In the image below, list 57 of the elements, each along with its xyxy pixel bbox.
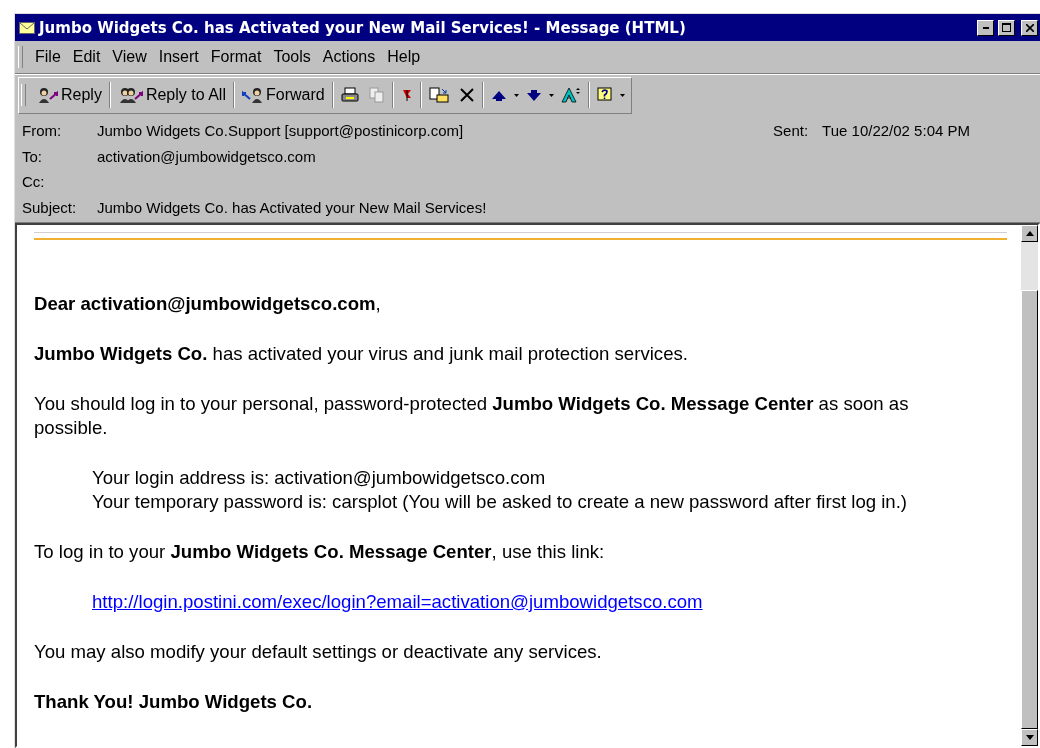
close-icon [458, 87, 475, 103]
minimize-icon [982, 26, 989, 29]
paragraph: You may also modify your default settings or deactivate any services. [34, 640, 603, 664]
field-label: From: [22, 122, 63, 140]
caret-icon [548, 93, 554, 97]
menu-item[interactable]: Actions [316, 46, 382, 68]
paragraph: You should log in to your personal, password-protected Jumbo Widgets Co. Message Center as soon as possible. [34, 392, 910, 440]
paragraph: To log in to your Jumbo Widgets Co. Message Center, use this link: [34, 540, 606, 564]
field-label: To: [22, 147, 43, 165]
menu-item[interactable]: Help [381, 46, 427, 68]
paragraph: Jumbo Widgets Co. has activated your virus and junk mail protection services. [34, 342, 689, 366]
field-label: Cc: [22, 173, 46, 191]
forward-button[interactable]: Forward [236, 84, 330, 106]
menu-item[interactable]: Insert [152, 46, 205, 68]
paragraph: Thank You! Jumbo Widgets Co. [34, 690, 314, 714]
people-arrow-icon [117, 87, 144, 103]
text-line: Your temporary password is: carsplot (You will be asked to create a new password after first log in.) [92, 490, 909, 514]
close-icon [1025, 23, 1034, 32]
document-folder-icon [428, 87, 449, 103]
scroll-thumb[interactable] [1021, 290, 1038, 729]
text-line: Your login address is: activation@jumbowidgetsco.com [92, 466, 547, 490]
menu-item[interactable]: View [106, 46, 153, 68]
field-label: Sent: [773, 122, 810, 140]
window-title: Jumbo Widgets Co. has Activated your New Mail Services! - Message (HTML) [39, 18, 686, 37]
envelope-icon [19, 21, 35, 34]
flag-icon [400, 87, 413, 103]
menu-item[interactable]: Format [204, 46, 268, 68]
link[interactable]: http://login.postini.com/exec/login?email=activation@jumbowidgetsco.com [92, 591, 703, 612]
caret-icon [619, 94, 625, 97]
field-label: Subject: [22, 198, 78, 216]
scroll-up-button[interactable] [1021, 225, 1038, 242]
letter-a-icon [560, 87, 581, 103]
arrow-person-icon [241, 87, 264, 103]
field-value: Jumbo Widgets Co. has Activated your New Mail Services! [97, 198, 487, 216]
field-value: Tue 10/22/02 5:04 PM [822, 122, 970, 140]
caret-icon [513, 93, 519, 97]
copy-icon [368, 87, 385, 103]
printer-icon [340, 87, 359, 103]
maximize-button[interactable] [998, 19, 1015, 36]
person-arrow-icon [37, 87, 59, 103]
scroll-down-button[interactable] [1021, 729, 1038, 746]
minimize-button[interactable] [977, 19, 994, 36]
reply-all-button[interactable]: Reply to All [112, 84, 231, 106]
down-triangle-icon [1025, 735, 1034, 740]
question-icon [596, 87, 613, 103]
field-value: Jumbo Widgets Co.Support [support@postinicorp.com] [97, 122, 464, 140]
close-button[interactable] [1021, 19, 1038, 36]
menu-item[interactable]: File [29, 46, 67, 68]
paragraph: Dear activation@jumbowidgetsco.com, [34, 292, 382, 316]
field-value: activation@jumbowidgetsco.com [97, 147, 316, 165]
down-arrow-icon [525, 87, 542, 103]
reply-button[interactable]: Reply [32, 84, 107, 106]
maximize-icon [1002, 23, 1011, 32]
scrollbar[interactable] [1021, 225, 1038, 746]
up-triangle-icon [1025, 231, 1034, 236]
menu-item[interactable]: Edit [66, 46, 107, 68]
menu-item[interactable]: Tools [267, 46, 317, 68]
